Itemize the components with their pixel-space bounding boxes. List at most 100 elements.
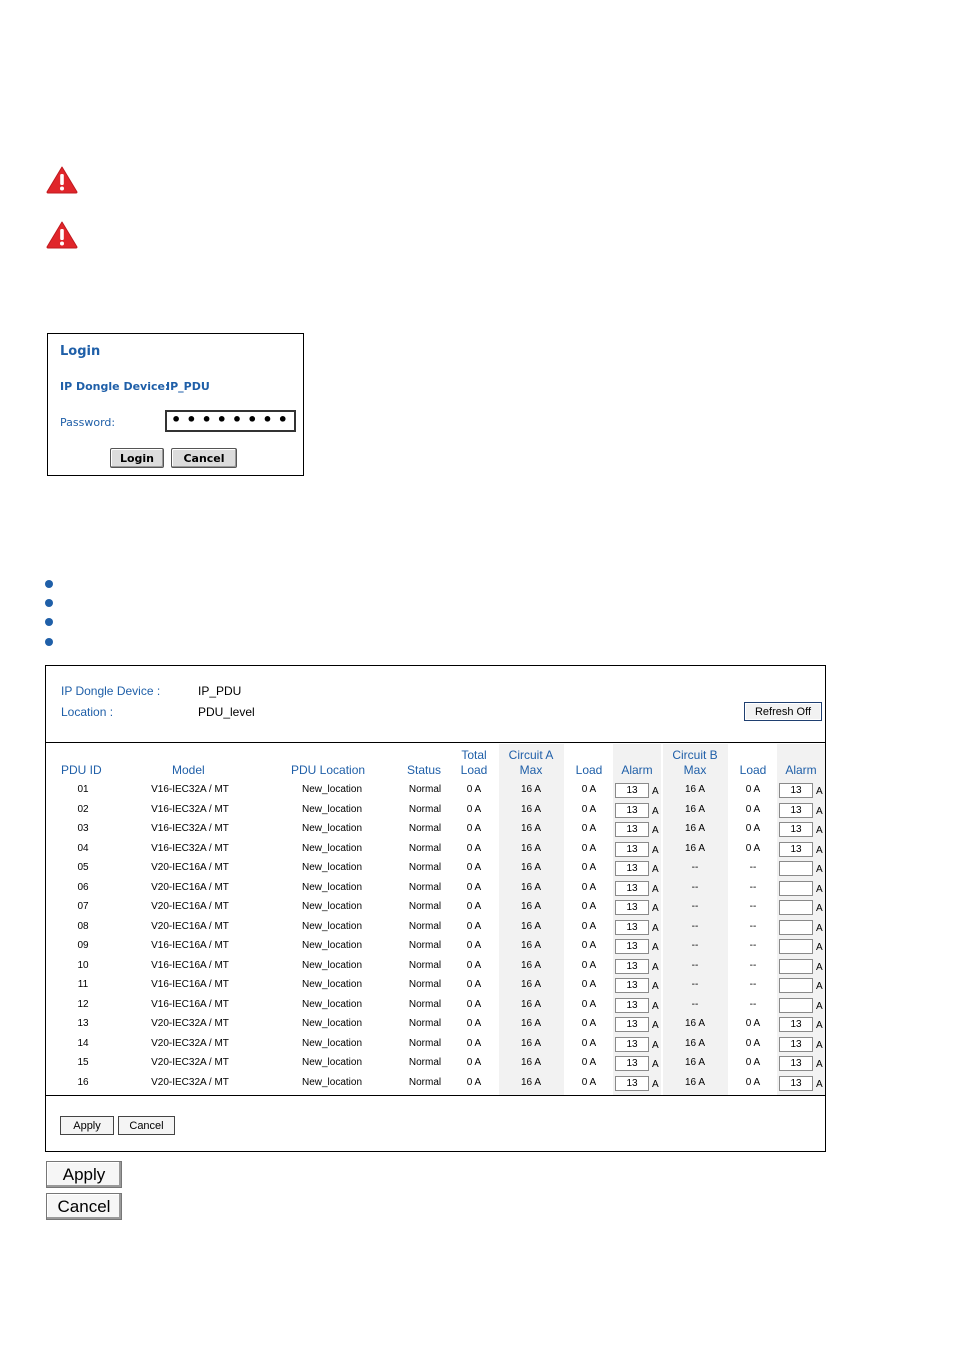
alarm-unit-label: A (652, 981, 659, 992)
cell-model: V16-IEC32A / MT (151, 803, 229, 815)
alarm-a-input[interactable]: 13 (615, 783, 649, 798)
cell-circuit-a-max: 16 A (520, 1057, 542, 1068)
cell-status: Normal (408, 940, 442, 951)
header-status: Status (407, 763, 442, 777)
alarm-a-input[interactable]: 13 (615, 880, 649, 896)
alarm-b-input[interactable] (779, 978, 813, 993)
cell-load-b: 0 A (745, 1018, 761, 1029)
login-button[interactable]: Login (110, 448, 164, 468)
cell-model: V16-IEC32A / MT (151, 842, 229, 854)
login-dialog: Login IP Dongle Device: IP_PDU Password:… (47, 333, 304, 476)
cell-status: Normal (408, 920, 442, 932)
alarm-b-input[interactable]: 13 (779, 1075, 813, 1091)
alarm-unit-label: A (816, 825, 823, 836)
cell-total-load: 0 A (466, 940, 482, 951)
cell-load-b: -- (749, 901, 757, 912)
alarm-a-input[interactable]: 13 (615, 802, 649, 818)
cell-total-load: 0 A (466, 1057, 482, 1068)
alarm-unit-label: A (816, 844, 823, 856)
header-circuit-b-line1: Circuit B (672, 748, 718, 762)
alarm-unit-label: A (652, 786, 659, 797)
alarm-b-input[interactable]: 13 (779, 1017, 813, 1032)
cell-pdu-location: New_location (301, 803, 363, 815)
header-load-a: Load (575, 763, 603, 777)
location-label: Location : (61, 705, 114, 719)
device-label: IP Dongle Device : (61, 684, 161, 698)
cell-circuit-b-max: -- (691, 881, 699, 893)
cell-circuit-a-max: 16 A (520, 1076, 542, 1088)
panel-cancel-button[interactable]: Cancel (118, 1116, 175, 1135)
cell-pdu-location: New_location (301, 881, 363, 893)
alarm-b-input[interactable]: 13 (779, 1056, 813, 1071)
alarm-a-input[interactable]: 13 (615, 1017, 649, 1032)
cell-total-load: 0 A (466, 979, 482, 990)
header-circuit-a-line2: Max (519, 763, 543, 777)
alarm-unit-label: A (816, 786, 823, 797)
cell-load-a: 0 A (581, 920, 597, 932)
alarm-unit-label: A (816, 903, 823, 914)
alarm-a-input[interactable]: 13 (615, 958, 649, 974)
cell-load-a: 0 A (581, 901, 597, 912)
alarm-b-input[interactable] (779, 919, 813, 935)
alarm-a-input[interactable]: 13 (615, 1036, 649, 1052)
login-cancel-button[interactable]: Cancel (171, 448, 237, 468)
cell-load-a: 0 A (581, 881, 597, 893)
cancel-button[interactable]: Cancel (46, 1193, 122, 1220)
password-field[interactable]: •••••••• (165, 410, 296, 432)
alarm-a-input[interactable]: 13 (615, 861, 649, 876)
cell-status: Normal (408, 803, 442, 815)
cell-load-a: 0 A (581, 1018, 597, 1029)
cell-pdu-id: 10 (77, 959, 89, 971)
alarm-unit-label: A (652, 1020, 659, 1031)
cell-model: V16-IEC16A / MT (151, 940, 229, 951)
alarm-b-input[interactable]: 13 (779, 802, 813, 818)
cell-pdu-id: 04 (77, 842, 89, 854)
bullet-icon (45, 618, 53, 626)
alarm-a-input[interactable]: 13 (615, 822, 649, 837)
alarm-a-input[interactable]: 13 (615, 841, 649, 857)
alarm-a-input[interactable]: 13 (615, 900, 649, 915)
alarm-a-input[interactable]: 13 (615, 939, 649, 954)
panel-apply-button[interactable]: Apply (60, 1116, 114, 1135)
alarm-a-input[interactable]: 13 (615, 997, 649, 1013)
alarm-b-input[interactable]: 13 (779, 822, 813, 837)
alarm-a-input[interactable]: 13 (615, 1075, 649, 1091)
cell-load-a: 0 A (581, 1076, 597, 1088)
cell-circuit-a-max: 16 A (520, 881, 542, 893)
refresh-button[interactable]: Refresh Off (744, 702, 822, 721)
alarm-unit-label: A (816, 922, 823, 934)
alarm-b-input[interactable]: 13 (779, 841, 813, 857)
alarm-a-input[interactable]: 13 (615, 978, 649, 993)
cell-load-a: 0 A (581, 842, 597, 854)
cell-model: V16-IEC32A / MT (151, 784, 229, 795)
cell-load-b: 0 A (745, 803, 761, 815)
alarm-b-input[interactable]: 13 (779, 1036, 813, 1052)
alarm-b-input[interactable] (779, 880, 813, 896)
alarm-b-input[interactable] (779, 958, 813, 974)
cell-pdu-id: 09 (77, 940, 89, 951)
alarm-a-input[interactable]: 13 (615, 919, 649, 935)
alarm-b-input[interactable] (779, 900, 813, 915)
alarm-unit-label: A (652, 1000, 659, 1012)
cell-total-load: 0 A (466, 1018, 482, 1029)
cell-pdu-location: New_location (301, 842, 363, 854)
cell-circuit-a-max: 16 A (520, 823, 542, 834)
cell-total-load: 0 A (466, 881, 482, 893)
cell-status: Normal (408, 959, 442, 971)
alarm-b-input[interactable] (779, 939, 813, 954)
cell-load-b: -- (749, 979, 757, 990)
cell-status: Normal (408, 1076, 442, 1088)
alarm-unit-label: A (816, 1059, 823, 1070)
cell-circuit-b-max: 16 A (684, 1018, 706, 1029)
alarm-a-input[interactable]: 13 (615, 1056, 649, 1071)
header-alarm-a: Alarm (621, 763, 653, 777)
cell-status: Normal (408, 1037, 442, 1049)
login-password-label: Password: (60, 416, 116, 429)
alarm-b-input[interactable] (779, 997, 813, 1013)
cell-load-b: 0 A (745, 1037, 761, 1049)
alarm-b-input[interactable] (779, 861, 813, 876)
apply-button[interactable]: Apply (46, 1161, 122, 1188)
alarm-b-input[interactable]: 13 (779, 783, 813, 798)
cell-circuit-b-max: 16 A (684, 1076, 706, 1088)
cell-load-b: -- (749, 940, 757, 951)
